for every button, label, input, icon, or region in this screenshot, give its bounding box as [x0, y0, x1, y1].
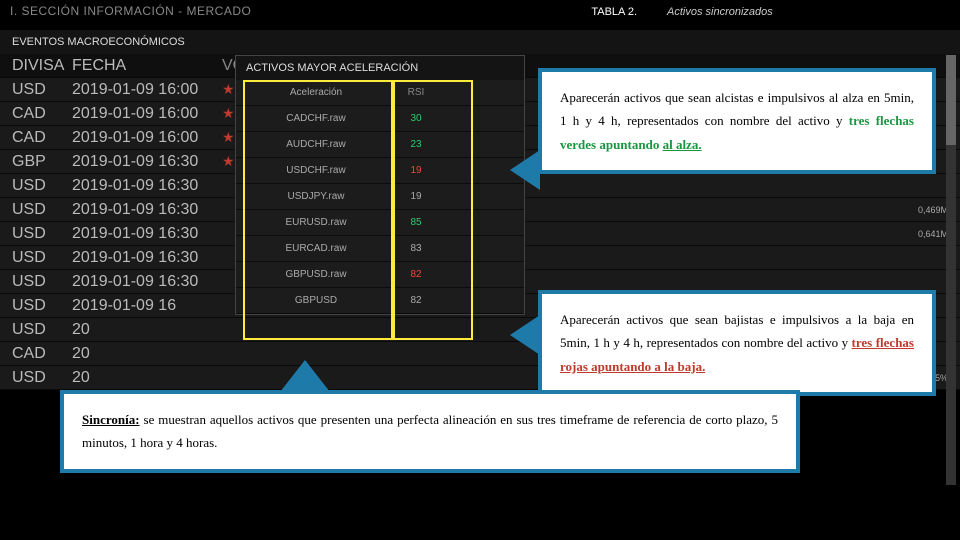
header-table: TABLA 2. — [591, 6, 637, 18]
header-subtitle: Activos sincronizados — [667, 6, 773, 18]
accel-row: USDJPY.raw19 — [236, 184, 524, 210]
arrow-3 — [280, 360, 330, 392]
col-fecha: FECHA — [72, 57, 202, 75]
accel-title: ACTIVOS MAYOR ACELERACIÓN — [236, 56, 524, 80]
scroll-thumb[interactable] — [946, 55, 956, 145]
arrow-1 — [510, 150, 540, 190]
accel-row: EURUSD.raw85 — [236, 210, 524, 236]
sincronia-label: Sincronía: — [82, 412, 140, 427]
accel-col-rsi: RSI — [386, 87, 446, 98]
accel-row: GBPUSD82 — [236, 288, 524, 314]
accel-row: AUDCHF.raw23 — [236, 132, 524, 158]
accel-row: EURCAD.raw83 — [236, 236, 524, 262]
accel-col-name: Aceleración — [246, 87, 386, 98]
accel-row: CADCHF.raw30 — [236, 106, 524, 132]
callout-bajistas: Aparecerán activos que sean bajistas e i… — [538, 290, 936, 396]
header: I. SECCIÓN INFORMACIÓN - MERCADO TABLA 2… — [0, 0, 960, 30]
accel-header: Aceleración RSI — [236, 80, 524, 106]
col-divisa: DIVISA — [12, 57, 52, 75]
scrollbar[interactable] — [946, 55, 956, 485]
accel-row: USDCHF.raw19 — [236, 158, 524, 184]
green-phrase-2: al alza. — [663, 137, 702, 152]
panel-title: EVENTOS MACROECONÓMICOS — [0, 30, 960, 54]
accel-panel: ACTIVOS MAYOR ACELERACIÓN Aceleración RS… — [235, 55, 525, 315]
callout-alcistas: Aparecerán activos que sean alcistas e i… — [538, 68, 936, 174]
header-section: I. SECCIÓN INFORMACIÓN - MERCADO — [10, 4, 251, 18]
callout-sincronia: Sincronía: se muestran aquellos activos … — [60, 390, 800, 473]
accel-body: CADCHF.raw30AUDCHF.raw23USDCHF.raw19USDJ… — [236, 106, 524, 314]
arrow-2 — [510, 315, 540, 355]
accel-row: GBPUSD.raw82 — [236, 262, 524, 288]
